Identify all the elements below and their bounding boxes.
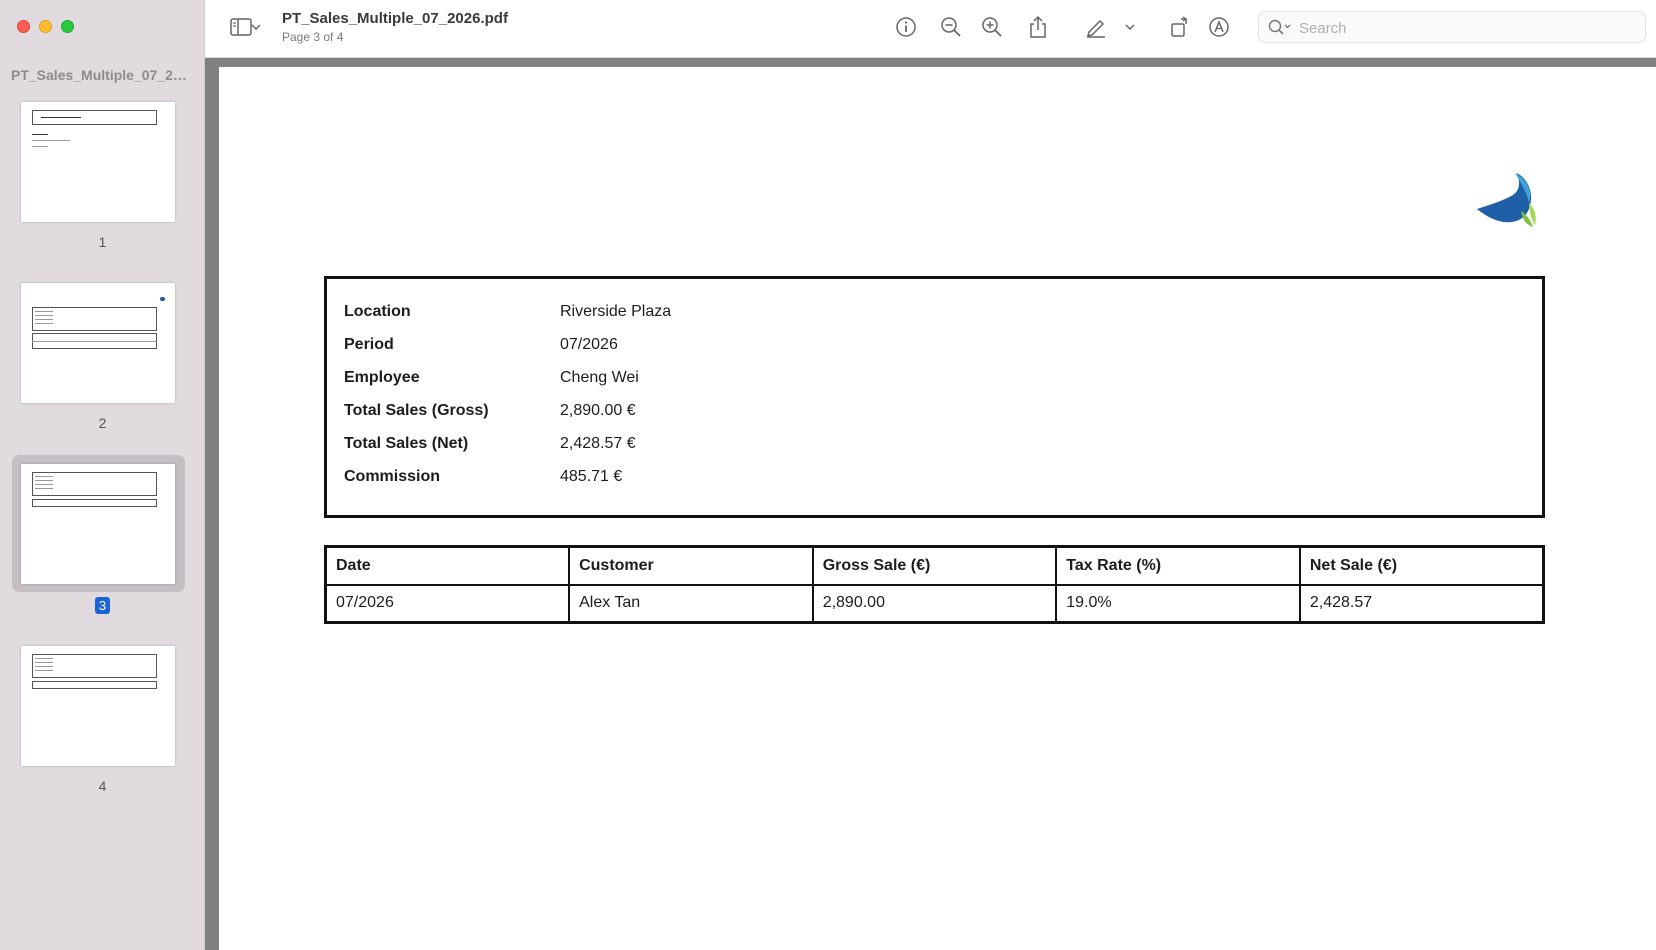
- table-row: 07/2026 Alex Tan 2,890.00 19.0% 2,428.57: [324, 583, 1545, 624]
- close-window-button[interactable]: [17, 20, 30, 33]
- summary-label: Total Sales (Net): [344, 435, 469, 452]
- page-indicator: Page 3 of 4: [282, 30, 344, 44]
- annotate-icon[interactable]: [1206, 14, 1232, 40]
- search-input[interactable]: [1299, 18, 1629, 38]
- summary-label: Employee: [344, 369, 420, 386]
- zoom-in-icon[interactable]: [979, 14, 1005, 40]
- sidebar: PT_Sales_Multiple_07_2026.pdf 1 2: [0, 0, 205, 950]
- chevron-down-icon[interactable]: [1123, 14, 1137, 40]
- summary-label: Location: [344, 303, 411, 320]
- info-icon[interactable]: [893, 14, 919, 40]
- column-header-tax-rate: Tax Rate (%): [1055, 545, 1301, 586]
- thumbnail-label-2: 2: [98, 415, 107, 431]
- toolbar: PT_Sales_Multiple_07_2026.pdf Page 3 of …: [205, 0, 1656, 58]
- document-viewer[interactable]: Location Riverside Plaza Period 07/2026 …: [205, 58, 1656, 950]
- minimize-window-button[interactable]: [39, 20, 52, 33]
- document-title: PT_Sales_Multiple_07_2026.pdf: [282, 10, 508, 27]
- summary-value: 2,428.57 €: [560, 435, 636, 452]
- summary-box: Location Riverside Plaza Period 07/2026 …: [324, 276, 1545, 518]
- column-header-net-sale: Net Sale (€): [1298, 545, 1545, 586]
- summary-value: 485.71 €: [560, 468, 623, 485]
- sales-table: Date Customer Gross Sale (€) Tax Rate (%…: [324, 545, 1545, 624]
- column-header-date: Date: [324, 545, 571, 586]
- rotate-icon[interactable]: [1167, 14, 1193, 40]
- summary-value: 07/2026: [560, 336, 618, 353]
- summary-label: Total Sales (Gross): [344, 402, 489, 419]
- thumbnail-label-1: 1: [98, 234, 107, 250]
- table-cell: 19.0%: [1055, 583, 1301, 624]
- summary-label: Commission: [344, 468, 441, 485]
- page-thumbnail-1[interactable]: [12, 93, 185, 230]
- table-header-row: Date Customer Gross Sale (€) Tax Rate (%…: [324, 545, 1545, 586]
- company-logo: [1477, 173, 1536, 227]
- thumbnail-preview: [21, 646, 175, 766]
- thumbnail-label-3: 3: [0, 597, 205, 614]
- window-controls: [17, 20, 74, 33]
- page-thumbnail-4[interactable]: [12, 637, 185, 774]
- zoom-out-icon[interactable]: [938, 14, 964, 40]
- search-icon: [1267, 15, 1293, 41]
- sidebar-document-title: PT_Sales_Multiple_07_2026.pdf: [11, 67, 191, 83]
- share-icon[interactable]: [1025, 14, 1051, 40]
- table-cell: Alex Tan: [568, 583, 814, 624]
- column-header-gross-sale: Gross Sale (€): [811, 545, 1058, 586]
- table-cell: 07/2026: [324, 583, 571, 624]
- thumbnail-label-4: 4: [98, 778, 107, 794]
- chevron-down-icon[interactable]: [249, 14, 263, 40]
- summary-label: Period: [344, 336, 394, 353]
- thumbnail-preview: [21, 464, 175, 584]
- table-cell: 2,428.57: [1298, 583, 1545, 624]
- page-thumbnail-2[interactable]: [12, 274, 185, 411]
- search-field[interactable]: [1258, 11, 1646, 43]
- summary-value: Riverside Plaza: [560, 303, 672, 320]
- table-cell: 2,890.00: [811, 583, 1058, 624]
- maximize-window-button[interactable]: [61, 20, 74, 33]
- pdf-page: Location Riverside Plaza Period 07/2026 …: [219, 67, 1656, 950]
- markup-pen-icon[interactable]: [1083, 14, 1109, 40]
- summary-value: Cheng Wei: [560, 369, 639, 386]
- page-thumbnail-3[interactable]: [12, 455, 185, 592]
- column-header-customer: Customer: [568, 545, 814, 586]
- summary-value: 2,890.00 €: [560, 402, 636, 419]
- thumbnail-preview: [21, 102, 175, 222]
- thumbnail-preview: [21, 283, 175, 403]
